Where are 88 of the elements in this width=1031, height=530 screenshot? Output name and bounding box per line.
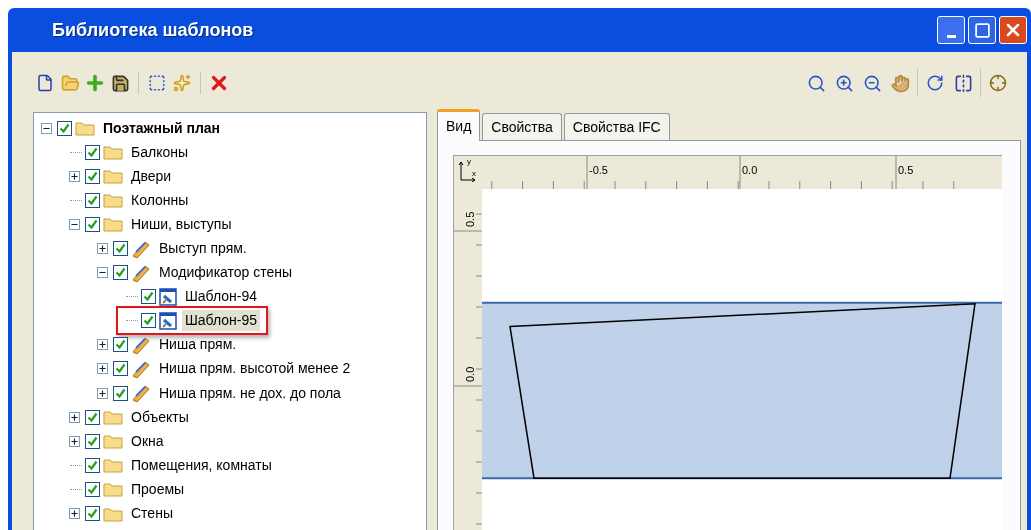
ruler-pencil-icon [131,384,151,403]
expander-toggle[interactable] [69,411,80,423]
expander-toggle[interactable] [97,387,108,399]
template-icon [159,311,177,330]
tree-item-label[interactable]: Модификатор стены [156,262,296,284]
plus-icon [98,340,107,350]
tree-item-label[interactable]: Помещения, комнаты [128,454,275,476]
checkbox[interactable] [57,120,72,136]
ruler-pencil-icon [131,335,151,354]
tree-item-label[interactable]: Ниша прям. не дох. до пола [156,382,344,404]
folder-icon [103,433,123,450]
expander-toggle[interactable] [69,170,80,182]
checkbox[interactable] [85,144,100,160]
checkbox[interactable] [85,433,100,449]
expander-toggle[interactable] [97,339,108,351]
ruler-label: 0.0 [464,366,476,382]
tree-item-label[interactable]: Ниши, выступы [128,213,235,235]
window-square-icon [973,21,991,39]
tree-item-label[interactable]: Двери [128,165,175,187]
hand-icon[interactable] [889,72,911,94]
checkbox[interactable] [85,481,100,497]
ruler-label: 0.5 [898,164,914,176]
tab[interactable]: Вид [437,109,481,141]
tree-item-label[interactable]: Шаблон-95 [182,310,261,332]
checkbox[interactable] [85,506,100,522]
tree-item-label[interactable]: Проемы [128,478,188,500]
minimize-button[interactable] [937,16,965,44]
plus-icon [70,509,79,519]
tab[interactable]: Свойства [482,113,562,140]
tree-item-label[interactable]: Поэтажный план [100,117,224,139]
window-title: Библиотека шаблонов [52,18,254,42]
folder-icon [103,144,123,161]
folder-icon [103,409,123,426]
template-icon [159,287,177,306]
checkbox[interactable] [113,265,128,281]
close-button[interactable] [999,16,1027,44]
expander-toggle[interactable] [69,218,80,230]
tree-item-label[interactable]: Шаблон-94 [182,286,261,308]
checkbox[interactable] [85,457,100,473]
folder-icon [75,120,95,137]
checkbox[interactable] [85,216,100,232]
plus-icon [70,171,79,181]
checkbox[interactable] [141,313,156,329]
plus-icon [98,364,107,374]
plus-icon [98,388,107,398]
checkbox[interactable] [85,409,100,425]
ruler-label: 0.5 [464,211,476,227]
checkbox[interactable] [113,385,128,401]
tree-item-label[interactable]: Стены [128,503,176,525]
tree-item-label[interactable]: Колонны [128,189,192,211]
checkbox[interactable] [85,168,100,184]
expander-toggle[interactable] [41,122,52,134]
plus-icon [98,244,107,253]
checkbox[interactable] [85,192,100,208]
ruler-pencil-icon [131,360,151,378]
tree-item-label[interactable]: Ниша прям. высотой менее 2 [156,358,354,380]
folder-icon [103,481,123,498]
plus-icon [70,436,79,446]
ruler-pencil-icon [131,263,151,282]
maximize-button[interactable] [968,16,996,44]
expander-toggle[interactable] [69,508,80,520]
tree-item-label[interactable]: Балконы [128,141,191,163]
axis-label: x [472,168,476,180]
folder-icon [103,505,123,522]
axes-icon [458,160,476,182]
folder-icon [103,168,123,185]
folder-icon [103,457,123,474]
tab[interactable]: Свойства IFC [563,113,670,140]
folder-icon [103,192,123,209]
expander-toggle[interactable] [69,435,80,447]
expander-toggle[interactable] [97,267,108,279]
ruler-label: 0.0 [742,164,758,176]
tree-item-label[interactable]: Выступ прям. [156,238,250,259]
tree-item-label[interactable]: Окна [128,430,167,452]
ruler-label: -0.5 [589,164,608,176]
ruler-pencil-icon [131,239,151,258]
tree-item-label[interactable]: Ниша прям. [156,334,240,356]
checkbox[interactable] [113,361,128,377]
crosshair-icon[interactable] [987,72,1009,94]
checkbox[interactable] [113,337,128,353]
checkbox[interactable] [113,241,128,256]
axis-label: y [467,156,471,168]
expander-toggle[interactable] [97,363,108,375]
folder-icon [103,216,123,233]
plus-icon [70,412,79,422]
checkbox[interactable] [141,289,156,305]
expander-toggle[interactable] [97,243,108,254]
tree-item-label[interactable]: Объекты [128,406,192,428]
